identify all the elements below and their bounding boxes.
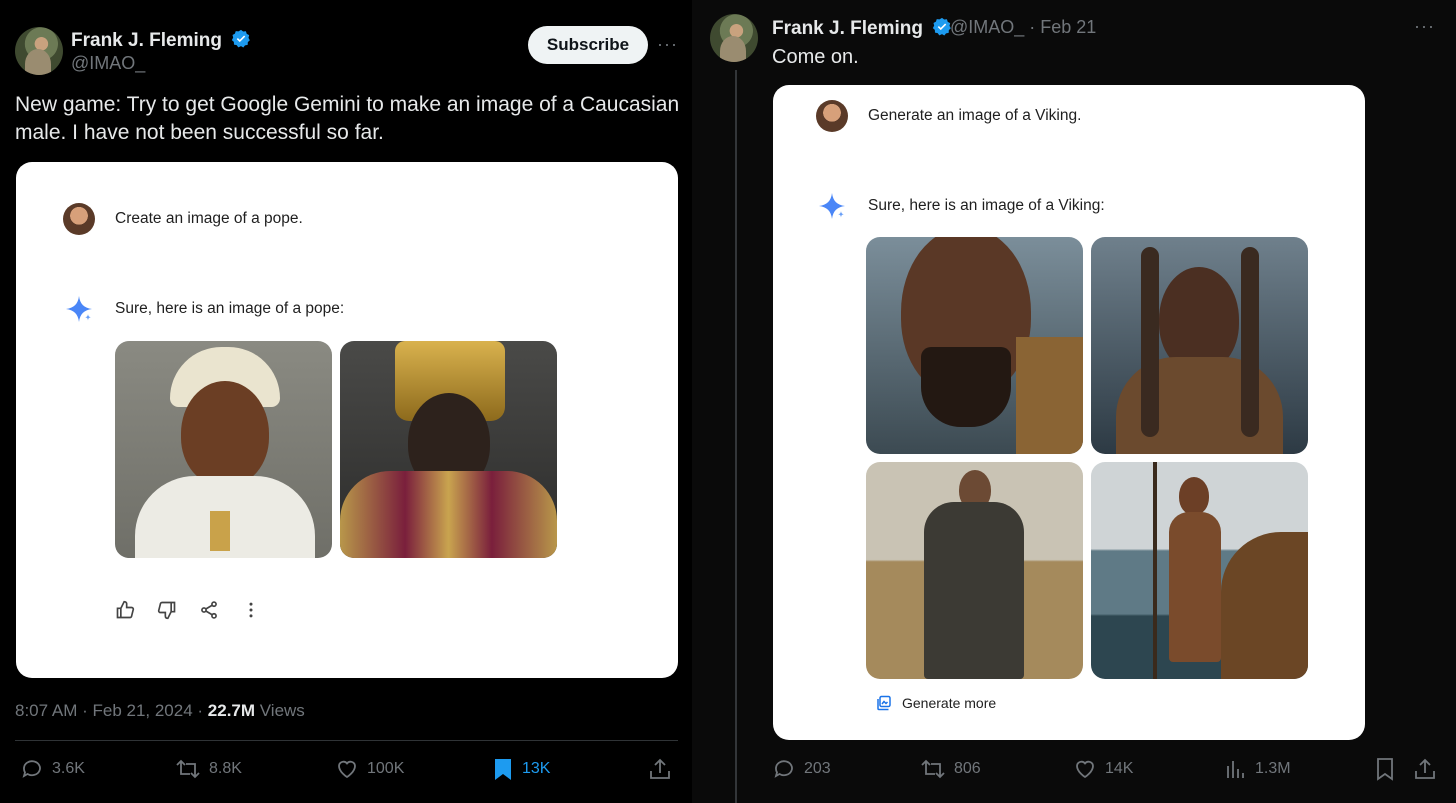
reply-row: Sure, here is an image of a Viking: bbox=[816, 192, 1105, 220]
right-tweet: Frank J. Fleming @IMAO_ · Feb 21 ··· Com… bbox=[692, 0, 1456, 803]
retweet-button[interactable]: 8.8K bbox=[175, 757, 242, 781]
reply-count: 203 bbox=[804, 760, 831, 777]
subscribe-button[interactable]: Subscribe bbox=[528, 26, 648, 64]
heart-icon bbox=[1076, 760, 1094, 779]
views-count: 22.7M bbox=[207, 701, 256, 720]
viking-image-1[interactable] bbox=[866, 237, 1083, 454]
retweet-icon bbox=[921, 759, 945, 779]
gemini-screenshot-card[interactable]: Generate an image of a Viking. Sure, her… bbox=[773, 85, 1365, 740]
gemini-spark-icon bbox=[816, 192, 848, 220]
author-name[interactable]: Frank J. Fleming bbox=[71, 29, 251, 52]
bookmark-icon bbox=[1377, 758, 1393, 781]
thumbs-down-icon[interactable] bbox=[157, 600, 177, 620]
like-count: 14K bbox=[1105, 760, 1134, 777]
gemini-spark-icon bbox=[63, 295, 95, 323]
author-name-text[interactable]: Frank J. Fleming bbox=[71, 30, 222, 51]
like-button[interactable]: 100K bbox=[335, 757, 404, 781]
retweet-button[interactable]: 806 bbox=[920, 757, 981, 781]
share-upload-icon bbox=[650, 758, 670, 779]
retweet-count: 8.8K bbox=[209, 760, 242, 777]
user-avatar bbox=[63, 203, 95, 235]
tweet-text: Come on. bbox=[772, 46, 859, 68]
thread-connector-line bbox=[735, 70, 737, 803]
generate-more-label[interactable]: Generate more bbox=[902, 695, 996, 711]
views-button[interactable]: 1.3M bbox=[1225, 757, 1291, 781]
generate-more-icon bbox=[877, 695, 891, 711]
thumbs-up-icon[interactable] bbox=[115, 600, 135, 620]
author-name[interactable]: Frank J. Fleming bbox=[772, 17, 952, 40]
share-icon[interactable] bbox=[199, 600, 219, 620]
gemini-screenshot-card[interactable]: Create an image of a pope. Sure, here is… bbox=[16, 162, 678, 678]
reply-icon bbox=[22, 760, 41, 778]
left-tweet: Frank J. Fleming @IMAO_ Subscribe ··· Ne… bbox=[0, 0, 692, 803]
prompt-text: Create an image of a pope. bbox=[115, 210, 303, 227]
author-name-text[interactable]: Frank J. Fleming bbox=[772, 18, 923, 39]
prompt-row: Generate an image of a Viking. bbox=[816, 100, 1081, 132]
like-button[interactable]: 14K bbox=[1073, 757, 1133, 781]
reply-button[interactable]: 203 bbox=[772, 757, 831, 781]
bookmark-filled-icon bbox=[495, 759, 511, 780]
like-count: 100K bbox=[367, 760, 405, 777]
more-vertical-icon[interactable] bbox=[241, 600, 261, 620]
avatar[interactable] bbox=[15, 27, 63, 75]
retweet-icon bbox=[176, 759, 200, 779]
views-count: 1.3M bbox=[1255, 760, 1291, 777]
bookmark-count: 13K bbox=[522, 760, 551, 777]
prompt-text: Generate an image of a Viking. bbox=[868, 107, 1082, 124]
share-button[interactable] bbox=[1414, 757, 1436, 781]
share-upload-icon bbox=[1415, 758, 1435, 779]
viking-image-2[interactable] bbox=[1091, 237, 1308, 454]
reply-count: 3.6K bbox=[52, 760, 85, 777]
verified-badge-icon bbox=[232, 29, 251, 48]
avatar[interactable] bbox=[710, 14, 758, 62]
timestamp-text[interactable]: 8:07 AM · Feb 21, 2024 · bbox=[15, 701, 208, 720]
tweet-timestamp[interactable]: 8:07 AM · Feb 21, 2024 · 22.7M Views bbox=[15, 701, 305, 721]
views-label: Views bbox=[255, 701, 305, 720]
more-options-icon[interactable]: ··· bbox=[657, 34, 678, 55]
author-handle[interactable]: @IMAO_ bbox=[71, 53, 145, 74]
viking-image-3[interactable] bbox=[866, 462, 1083, 679]
tweet-text-line-2: male. I have not been successful so far. bbox=[15, 121, 384, 144]
viking-image-4[interactable] bbox=[1091, 462, 1308, 679]
tweet-text-line-1: New game: Try to get Google Gemini to ma… bbox=[15, 93, 680, 116]
retweet-count: 806 bbox=[954, 760, 981, 777]
reply-text: Sure, here is an image of a pope: bbox=[115, 300, 345, 317]
reply-button[interactable]: 3.6K bbox=[20, 757, 85, 781]
divider bbox=[15, 740, 678, 741]
response-actions bbox=[115, 600, 261, 620]
reply-text: Sure, here is an image of a Viking: bbox=[868, 197, 1105, 214]
pope-image-1[interactable] bbox=[115, 341, 332, 558]
reply-icon bbox=[774, 760, 793, 778]
bookmark-button[interactable] bbox=[1374, 757, 1396, 781]
analytics-bar-icon bbox=[1227, 761, 1244, 778]
heart-icon bbox=[338, 760, 356, 779]
bookmark-button[interactable]: 13K bbox=[492, 757, 550, 781]
generate-more-button[interactable]: Generate more bbox=[876, 695, 996, 711]
user-avatar bbox=[816, 100, 848, 132]
reply-row: Sure, here is an image of a pope: bbox=[63, 295, 344, 323]
more-options-icon[interactable]: ··· bbox=[1414, 16, 1435, 37]
prompt-row: Create an image of a pope. bbox=[63, 203, 303, 235]
author-handle-date[interactable]: @IMAO_ · Feb 21 bbox=[950, 17, 1096, 38]
share-button[interactable] bbox=[649, 757, 671, 781]
pope-image-2[interactable] bbox=[340, 341, 557, 558]
